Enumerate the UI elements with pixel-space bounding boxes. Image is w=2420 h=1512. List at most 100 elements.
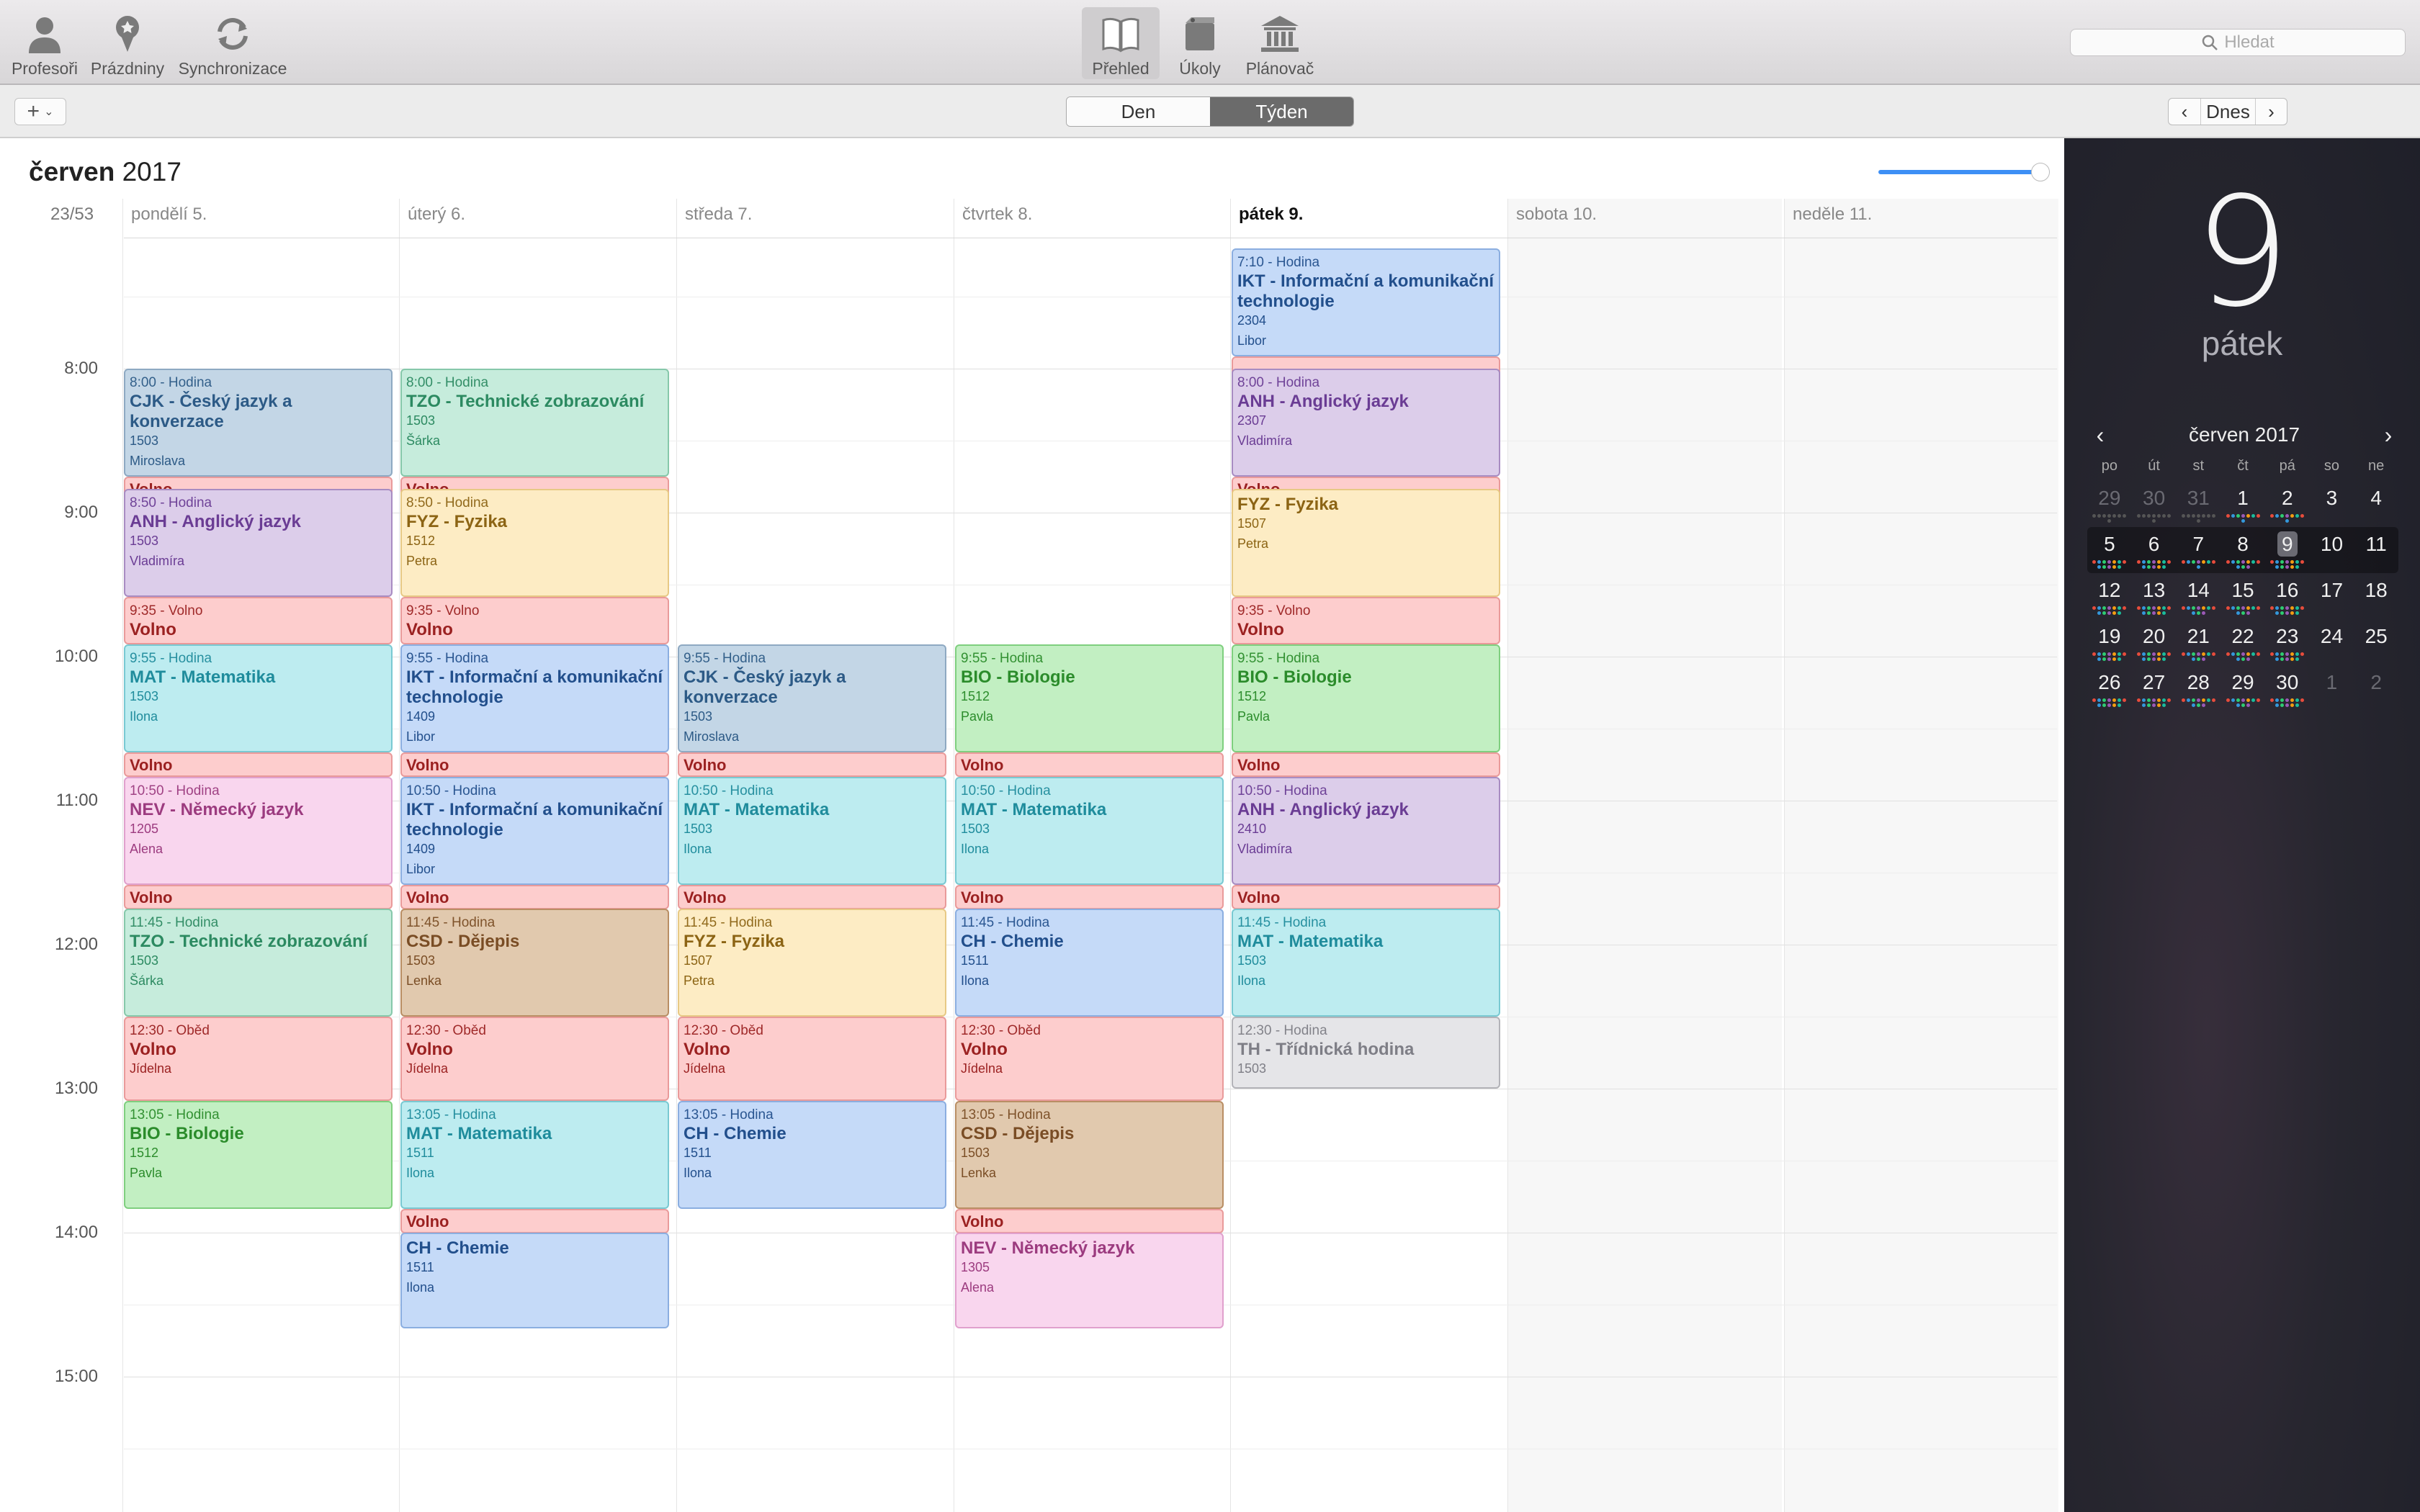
volno-block[interactable]: Volno [400, 1208, 669, 1233]
lesson-event[interactable]: 9:55 - Hodina IKT - Informační a komunika… [400, 644, 669, 753]
volno-block[interactable]: Volno [124, 752, 393, 778]
mini-calendar-day[interactable]: 11 [2354, 527, 2398, 569]
lesson-event[interactable]: 8:50 - Hodina FYZ - Fyzika 1512 Petra [400, 488, 669, 597]
day-header[interactable]: pátek 9. [1239, 204, 1303, 225]
mini-calendar-day[interactable]: 16 [2265, 573, 2310, 615]
day-column[interactable] [1507, 199, 1782, 1512]
volno-block[interactable]: 9:35 - Volno Volno [124, 596, 393, 645]
mini-calendar-day[interactable]: 25 [2354, 619, 2398, 661]
mini-calendar-day[interactable]: 1 [2220, 481, 2265, 523]
tab-tyden[interactable]: Týden [1210, 97, 1353, 126]
mini-calendar-day[interactable]: 12 [2087, 573, 2132, 615]
lesson-event[interactable]: 11:45 - Hodina CSD - Dějepis 1503 Lenka [400, 909, 669, 1017]
mini-calendar-day[interactable]: 29 [2220, 665, 2265, 707]
mini-calendar-day[interactable]: 13 [2132, 573, 2177, 615]
lesson-event[interactable]: 8:50 - Hodina ANH - Anglický jazyk 1503 Vla… [124, 488, 393, 597]
lesson-event[interactable]: 10:50 - Hodina MAT - Matematika 1503 Ilona [678, 776, 946, 885]
profesori-button[interactable]: Profesoři [6, 7, 84, 79]
lesson-event[interactable]: FYZ - Fyzika 1507 Petra [1232, 488, 1500, 597]
mini-calendar-day[interactable]: 1 [2310, 665, 2354, 707]
lesson-event[interactable]: 10:50 - Hodina MAT - Matematika 1503 Ilona [955, 776, 1224, 885]
mini-calendar-day[interactable]: 18 [2354, 573, 2398, 615]
lesson-event[interactable]: 11:45 - Hodina CH - Chemie 1511 Ilona [955, 909, 1224, 1017]
prev-week-button[interactable]: ‹ [2169, 99, 2200, 125]
mini-calendar-day[interactable]: 22 [2220, 619, 2265, 661]
add-button[interactable]: + ⌄ [14, 98, 66, 125]
zoom-slider-knob[interactable] [2031, 163, 2050, 181]
mini-calendar-day[interactable]: 31 [2176, 481, 2220, 523]
volno-block[interactable]: 9:35 - Volno Volno [1232, 596, 1500, 645]
volno-block[interactable]: Volno [124, 884, 393, 909]
prazdniny-button[interactable]: Prázdniny [85, 7, 170, 79]
next-week-button[interactable]: › [2255, 99, 2287, 125]
lesson-event[interactable]: 10:50 - Hodina NEV - Německý jazyk 1205 Ale… [124, 776, 393, 885]
tab-den[interactable]: Den [1067, 97, 1210, 126]
mini-calendar-day[interactable]: 29 [2087, 481, 2132, 523]
lesson-event[interactable]: 10:50 - Hodina ANH - Anglický jazyk 2410 Vl… [1232, 776, 1500, 885]
mini-calendar-day[interactable]: 23 [2265, 619, 2310, 661]
search-input[interactable]: Hledat [2070, 29, 2406, 56]
lesson-event[interactable]: 13:05 - Hodina CH - Chemie 1511 Ilona [678, 1100, 946, 1209]
mini-calendar-day[interactable]: 8 [2220, 527, 2265, 569]
planovac-button[interactable]: Plánovač [1240, 7, 1319, 79]
mini-calendar-day[interactable]: 17 [2310, 573, 2354, 615]
volno-block[interactable]: Volno [1232, 752, 1500, 778]
volno-block[interactable]: Volno [955, 1208, 1224, 1233]
day-header[interactable]: středa 7. [685, 204, 752, 225]
volno-block[interactable]: Volno [955, 884, 1224, 909]
mini-calendar-day[interactable]: 3 [2310, 481, 2354, 523]
lesson-event[interactable]: 9:55 - Hodina MAT - Matematika 1503 Ilona [124, 644, 393, 753]
volno-block[interactable]: Volno [678, 884, 946, 909]
zoom-slider[interactable] [1878, 170, 2050, 174]
lesson-event[interactable]: 9:55 - Hodina BIO - Biologie 1512 Pavla [1232, 644, 1500, 753]
lesson-event[interactable]: CH - Chemie 1511 Ilona [400, 1233, 669, 1329]
volno-block[interactable]: 12:30 - Oběd Volno Jídelna [124, 1017, 393, 1101]
volno-block[interactable]: 12:30 - Oběd Volno Jídelna [400, 1017, 669, 1101]
lesson-event[interactable]: NEV - Německý jazyk 1305 Alena [955, 1233, 1224, 1329]
lesson-event[interactable]: 8:00 - Hodina CJK - Český jazyk a konverz… [124, 369, 393, 477]
volno-block[interactable]: 12:30 - Oběd Volno Jídelna [678, 1017, 946, 1101]
mini-calendar-day[interactable]: 2 [2265, 481, 2310, 523]
lesson-event[interactable]: 11:45 - Hodina FYZ - Fyzika 1507 Petra [678, 909, 946, 1017]
mini-calendar-day[interactable]: 27 [2132, 665, 2177, 707]
mini-calendar-day[interactable]: 30 [2132, 481, 2177, 523]
volno-block[interactable]: Volno [400, 752, 669, 778]
lesson-event[interactable]: 11:45 - Hodina TZO - Technické zobrazován… [124, 909, 393, 1017]
mini-calendar-day[interactable]: 2 [2354, 665, 2398, 707]
mini-calendar-day[interactable]: 15 [2220, 573, 2265, 615]
lesson-event[interactable]: 12:30 - Hodina TH - Třídnická hodina 1503 [1232, 1017, 1500, 1089]
lesson-event[interactable]: 11:45 - Hodina MAT - Matematika 1503 Ilona [1232, 909, 1500, 1017]
lesson-event[interactable]: 8:00 - Hodina TZO - Technické zobrazování… [400, 369, 669, 477]
mini-calendar-day[interactable]: 19 [2087, 619, 2132, 661]
mini-calendar-day[interactable]: 30 [2265, 665, 2310, 707]
mini-calendar-day[interactable]: 4 [2354, 481, 2398, 523]
day-header[interactable]: neděle 11. [1793, 204, 1872, 225]
lesson-event[interactable]: 13:05 - Hodina BIO - Biologie 1512 Pavla [124, 1100, 393, 1209]
day-header[interactable]: sobota 10. [1516, 204, 1597, 225]
day-column[interactable] [1784, 199, 2058, 1512]
mini-calendar-day[interactable]: 14 [2176, 573, 2220, 615]
lesson-event[interactable]: 8:00 - Hodina ANH - Anglický jazyk 2307 Vla… [1232, 369, 1500, 477]
day-header[interactable]: čtvrtek 8. [962, 204, 1032, 225]
volno-block[interactable]: Volno [678, 752, 946, 778]
volno-block[interactable]: Volno [955, 752, 1224, 778]
mini-calendar-day[interactable]: 7 [2176, 527, 2220, 569]
ukoly-button[interactable]: Úkoly [1162, 7, 1237, 79]
today-button[interactable]: Dnes [2200, 99, 2255, 125]
mini-calendar-day[interactable]: 5 [2087, 527, 2132, 569]
lesson-event[interactable]: 9:55 - Hodina BIO - Biologie 1512 Pavla [955, 644, 1224, 753]
day-header[interactable]: úterý 6. [408, 204, 465, 225]
mini-calendar-day[interactable]: 26 [2087, 665, 2132, 707]
prehled-button[interactable]: Přehled [1082, 7, 1160, 79]
volno-block[interactable]: 9:35 - Volno Volno [400, 596, 669, 645]
mini-calendar-day[interactable]: 28 [2176, 665, 2220, 707]
day-header[interactable]: pondělí 5. [131, 204, 207, 225]
mini-calendar-day[interactable]: 24 [2310, 619, 2354, 661]
mini-calendar-day[interactable]: 9 [2265, 527, 2310, 569]
next-month-button[interactable]: › [2374, 422, 2403, 449]
lesson-event[interactable]: 7:10 - Hodina IKT - Informační a komunika… [1232, 248, 1500, 357]
mini-calendar-day[interactable]: 10 [2310, 527, 2354, 569]
synchronizace-button[interactable]: Synchronizace [171, 7, 294, 79]
mini-calendar-day[interactable]: 6 [2132, 527, 2177, 569]
lesson-event[interactable]: 13:05 - Hodina MAT - Matematika 1511 Ilona [400, 1100, 669, 1209]
